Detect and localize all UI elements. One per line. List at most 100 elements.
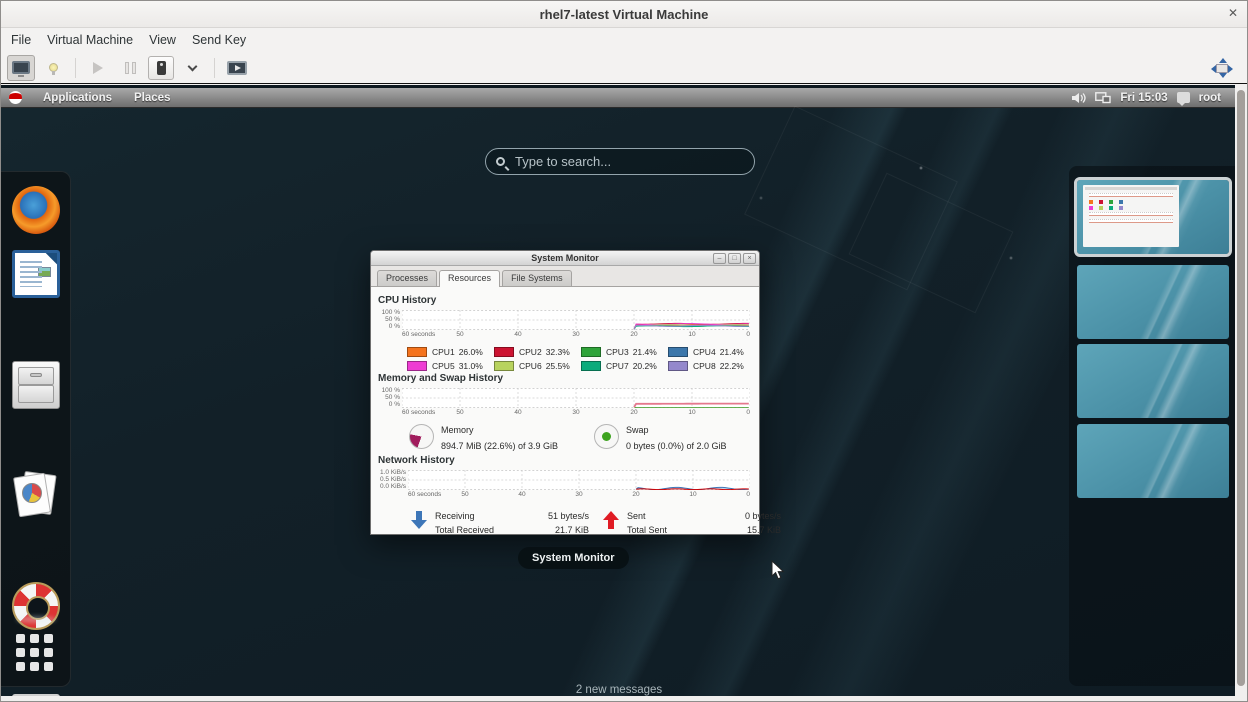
fullscreen-console-button[interactable] (223, 55, 251, 81)
network-y-axis: 1.0 KiB/s0.5 KiB/s0.0 KiB/s (378, 470, 408, 490)
memory-y-axis: 100 %50 %0 % (378, 388, 402, 408)
window-caption: System Monitor (518, 547, 629, 569)
swap-info: Swap0 bytes (0.0%) of 2.0 GiB (594, 424, 727, 451)
fullscreen-monitor-icon (227, 61, 247, 75)
cpu-legend-item: CPU232.3% (494, 347, 581, 357)
sent-info: SentTotal Sent 0 bytes/s15.7 KiB (603, 509, 795, 537)
vm-scrollbar[interactable] (1235, 85, 1247, 698)
window-bottom-border (1, 696, 1247, 701)
auto-resize-vm-icon[interactable] (1211, 58, 1233, 78)
firefox-icon[interactable] (12, 186, 60, 234)
libreoffice-writer-icon[interactable] (12, 250, 60, 298)
gnome-top-bar: Applications Places Fri 15:03 root (1, 88, 1237, 108)
receiving-info: ReceivingTotal Received 51 bytes/s21.7 K… (411, 509, 603, 537)
vm-display[interactable]: Applications Places Fri 15:03 root (1, 85, 1237, 698)
mini-legend-row-1 (1089, 200, 1173, 204)
run-vm-button[interactable] (84, 55, 112, 81)
shutdown-icon (157, 61, 166, 75)
activities-overview: System Monitor – □ × Processes Resources… (1, 108, 1237, 698)
cpu-legend: CPU126.0% CPU232.3% CPU321.4% CPU421.4% … (407, 347, 759, 371)
tab-processes[interactable]: Processes (377, 270, 437, 286)
system-monitor-title: System Monitor (371, 253, 759, 263)
cpu-y-axis: 100 %50 %0 % (378, 310, 402, 330)
workspace-thumbnail-1[interactable] (1077, 180, 1229, 254)
message-tray-indicator[interactable]: 2 new messages (1, 684, 1237, 696)
resources-pane: CPU History 100 %50 %0 % 60 seconds50403… (371, 287, 759, 537)
system-monitor-titlebar[interactable]: System Monitor – □ × (371, 251, 759, 266)
play-icon (93, 62, 103, 74)
toolbar-separator (75, 58, 76, 78)
places-menu[interactable]: Places (123, 92, 181, 104)
menu-file[interactable]: File (3, 30, 39, 50)
search-input[interactable] (513, 153, 744, 170)
tab-file-systems[interactable]: File Systems (502, 270, 572, 286)
documents-icon[interactable] (12, 471, 60, 519)
dash-dock (1, 171, 71, 687)
memory-pie-icon (409, 424, 434, 449)
close-icon[interactable]: × (743, 253, 756, 264)
menubar: File Virtual Machine View Send Key (1, 28, 1247, 52)
cpu5-swatch (407, 361, 427, 371)
cpu-legend-item: CPU625.5% (494, 361, 581, 371)
cpu4-swatch (668, 347, 688, 357)
show-details-button[interactable] (39, 55, 67, 81)
system-monitor-window[interactable]: System Monitor – □ × Processes Resources… (370, 250, 760, 535)
workspace-thumbnail-3[interactable] (1077, 344, 1229, 418)
shutdown-menu-button[interactable] (178, 55, 206, 81)
maximize-icon[interactable]: □ (728, 253, 741, 264)
workspace-thumbnail-4[interactable] (1077, 424, 1229, 498)
file-manager-icon[interactable] (12, 361, 60, 409)
window-titlebar: rhel7-latest Virtual Machine ✕ (1, 1, 1247, 28)
mini-legend-row-2 (1089, 206, 1173, 210)
cpu-legend-item: CPU421.4% (668, 347, 755, 357)
console-monitor-icon (12, 61, 30, 74)
memory-history-title: Memory and Swap History (378, 373, 759, 384)
applications-menu[interactable]: Applications (32, 92, 123, 104)
cpu-legend-item: CPU822.2% (668, 361, 755, 371)
cpu2-swatch (494, 347, 514, 357)
network-x-axis: 60 seconds50403020100 (408, 490, 750, 499)
screen-share-icon[interactable] (1095, 92, 1111, 104)
cpu-legend-item: CPU321.4% (581, 347, 668, 357)
cpu-legend-item: CPU126.0% (407, 347, 494, 357)
tab-resources[interactable]: Resources (439, 270, 500, 287)
menu-send-key[interactable]: Send Key (184, 30, 254, 50)
mouse-cursor (771, 560, 785, 581)
redhat-logo-icon (9, 91, 22, 104)
workspace-panel (1069, 166, 1237, 686)
cpu-history-graph: 100 %50 %0 % 60 seconds50403020100 (378, 310, 750, 339)
search-bar[interactable] (485, 148, 755, 175)
lightbulb-icon (49, 63, 58, 72)
close-window-icon[interactable]: ✕ (1228, 6, 1238, 20)
show-graphical-console-button[interactable] (7, 55, 35, 81)
chevron-down-icon (187, 61, 197, 71)
search-icon (496, 157, 505, 166)
minimize-icon[interactable]: – (713, 253, 726, 264)
clock[interactable]: Fri 15:03 (1120, 92, 1167, 104)
pause-vm-button[interactable] (116, 55, 144, 81)
toolbar (1, 52, 1247, 84)
volume-icon[interactable] (1072, 92, 1086, 104)
scrollbar-thumb[interactable] (1237, 90, 1245, 686)
show-applications-icon[interactable] (16, 634, 53, 671)
cpu-legend-item: CPU531.0% (407, 361, 494, 371)
network-history-title: Network History (378, 455, 759, 466)
swap-pie-icon (594, 424, 619, 449)
cpu6-swatch (494, 361, 514, 371)
menu-virtual-machine[interactable]: Virtual Machine (39, 30, 141, 50)
cpu8-swatch (668, 361, 688, 371)
cpu1-swatch (407, 347, 427, 357)
cpu-legend-item: CPU720.2% (581, 361, 668, 371)
workspace-thumbnail-2[interactable] (1077, 265, 1229, 339)
virt-manager-window: rhel7-latest Virtual Machine ✕ File Virt… (0, 0, 1248, 702)
toolbar-separator (214, 58, 215, 78)
menu-view[interactable]: View (141, 30, 184, 50)
user-menu[interactable]: root (1199, 92, 1221, 104)
system-monitor-tabs: Processes Resources File Systems (371, 266, 759, 287)
memory-history-graph: 100 %50 %0 % 60 seconds50403020100 (378, 388, 750, 417)
cpu7-swatch (581, 361, 601, 371)
shutdown-vm-button[interactable] (148, 56, 174, 80)
upload-arrow-icon (603, 511, 619, 533)
memory-info: Memory894.7 MiB (22.6%) of 3.9 GiB (409, 424, 594, 451)
workspace-window-preview (1083, 185, 1179, 247)
